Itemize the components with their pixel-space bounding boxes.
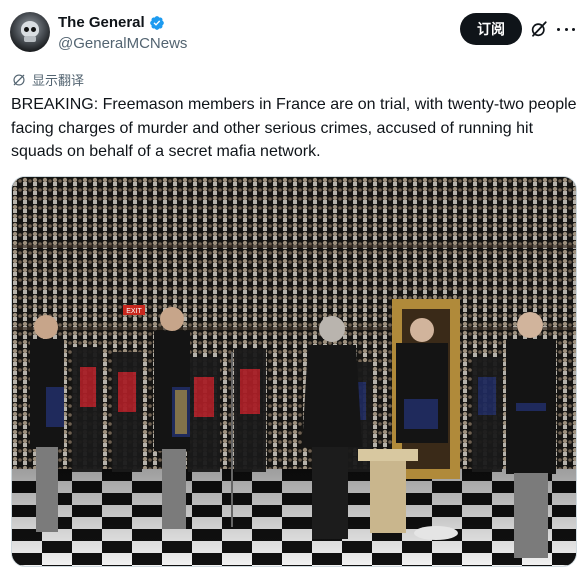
tweet-text: BREAKING: Freemason members in France ar… [11,96,577,160]
show-translation-label: 显示翻译 [32,74,85,89]
verified-badge-icon [149,15,164,30]
freemason-ceremony-photo: EXIT [12,177,576,566]
author-name-row: The General [58,14,165,31]
author-display-name[interactable]: The General [58,14,145,31]
exit-sign-text: EXIT [126,308,142,315]
tweet-photo[interactable]: EXIT [11,176,577,567]
tweet-card: The General @GeneralMCNews 订阅 显示翻译 BREAK… [0,0,585,573]
show-translation-link[interactable]: 显示翻译 [12,70,84,89]
skull-avatar-icon [21,21,39,37]
author-handle[interactable]: @GeneralMCNews [58,35,187,52]
avatar[interactable] [10,12,50,52]
subscribe-button[interactable]: 订阅 [460,13,522,45]
more-dots-icon[interactable] [557,20,575,38]
translate-icon [13,73,25,86]
grok-slash-icon[interactable] [530,20,548,38]
